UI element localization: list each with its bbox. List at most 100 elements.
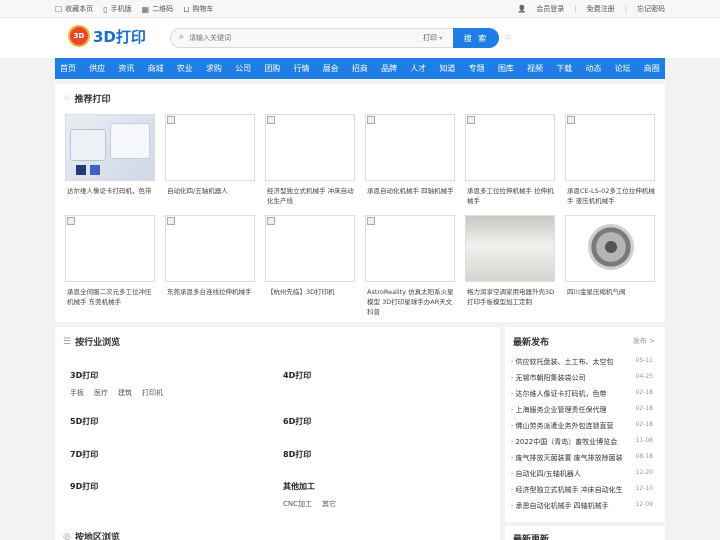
industry-group-title[interactable]: 其他加工 — [283, 481, 315, 492]
search-input[interactable] — [189, 31, 399, 45]
product-image[interactable] — [565, 114, 655, 181]
top-link-3[interactable]: ⊔ 购物车 — [183, 4, 213, 14]
nav-item-6[interactable]: 公司 — [235, 63, 251, 74]
nav-item-1[interactable]: 供应 — [89, 63, 105, 74]
news-title[interactable]: · 承恩自动化机械手 四轴机械手 — [511, 501, 627, 514]
nav-item-2[interactable]: 资讯 — [118, 63, 134, 74]
product-image[interactable] — [365, 114, 455, 181]
nav-item-5[interactable]: 求购 — [206, 63, 222, 74]
industry-link[interactable]: 手板 — [70, 388, 84, 398]
industry-link[interactable]: 打印机 — [142, 388, 163, 398]
top-link-2[interactable]: ▦ 二维码 — [142, 4, 174, 14]
cart-icon: ⊔ — [183, 4, 190, 14]
nav-item-0[interactable]: 首页 — [60, 63, 76, 74]
account-link-2[interactable]: 忘记密码 — [637, 4, 665, 14]
top-link-1[interactable]: ▯ 手机版 — [103, 4, 131, 14]
nav-item-13[interactable]: 知道 — [439, 63, 455, 74]
broken-image-icon — [67, 217, 75, 225]
top-bar: ☐ 收藏本页 ▯ 手机版 ▦ 二维码 ⊔ 购物车 👤 会员登录 | 免费注册 | 忘记密码 — [0, 0, 720, 18]
news-title[interactable]: · 供应软托盘装、土工布、太空包 — [511, 357, 627, 370]
industry-group-title[interactable]: 6D打印 — [283, 416, 311, 427]
product-image[interactable] — [365, 215, 455, 282]
news-title[interactable]: · 无锡市朝阳集装袋公司 — [511, 373, 627, 386]
news-row[interactable]: · 自动化四/五轴机器人 12-20 — [511, 469, 653, 482]
product-caption[interactable]: 东莞承恩多台连线拉伸机械手 — [167, 287, 255, 297]
nav-item-10[interactable]: 招商 — [352, 63, 368, 74]
recommend-title: ⁘ 推荐打印 — [63, 92, 111, 106]
product-caption[interactable]: 自动化四/五轴机器人 — [167, 186, 255, 196]
industry-group-title[interactable]: 5D打印 — [70, 416, 98, 427]
product-caption[interactable]: 格力润享空调家用电器外壳3D打印手板模型加工定制 — [467, 287, 555, 307]
product-caption[interactable]: AstroReality 仿真太阳系火星模型 3D打印星球手办AR天文科普 — [367, 287, 455, 317]
product-image[interactable] — [165, 114, 255, 181]
nav-item-9[interactable]: 展会 — [323, 63, 339, 74]
industry-group-title[interactable]: 7D打印 — [70, 449, 98, 460]
news-title[interactable]: · 废气排放灭菌装置 废气排放除菌装 — [511, 453, 627, 466]
news-row[interactable]: · 供应软托盘装、土工布、太空包 05-11 — [511, 357, 653, 370]
news-date: 11-08 — [635, 437, 653, 444]
product-image[interactable] — [65, 114, 155, 181]
product-image[interactable] — [65, 215, 155, 282]
news-title[interactable]: · 自动化四/五轴机器人 — [511, 469, 627, 482]
nav-item-8[interactable]: 行情 — [294, 63, 310, 74]
product-image[interactable] — [165, 215, 255, 282]
nav-item-14[interactable]: 专题 — [469, 63, 485, 74]
industry-link[interactable]: 建筑 — [118, 388, 132, 398]
industry-panel: ☰ 按行业浏览 3D打印 手板 医疗 建筑 打印机 4D打印 5D打印 6D打印 7D打印 8D打… — [55, 327, 500, 540]
industry-group-title[interactable]: 8D打印 — [283, 449, 311, 460]
industry-group-title[interactable]: 3D打印 — [70, 370, 98, 381]
news-row[interactable]: · 承恩自动化机械手 四轴机械手 12-09 — [511, 501, 653, 514]
news-row[interactable]: · 废气排放灭菌装置 废气排放除菌装 08-18 — [511, 453, 653, 466]
nav-item-3[interactable]: 商城 — [148, 63, 164, 74]
product-caption[interactable]: 达尔维人像证卡打码机，色带 — [67, 186, 155, 196]
news-title[interactable]: · 上海服务企业管理责任保代理 — [511, 405, 627, 418]
nav-item-11[interactable]: 品牌 — [381, 63, 397, 74]
nav-item-17[interactable]: 下载 — [556, 63, 572, 74]
news-row[interactable]: · 经济型独立式机械手 冲床自动化生 12-10 — [511, 485, 653, 498]
nav-item-20[interactable]: 商圈 — [644, 63, 660, 74]
search-category-select[interactable]: 打印 ▾ — [423, 33, 442, 43]
product-image[interactable] — [265, 114, 355, 181]
latest-more-link[interactable]: 发布 > — [633, 336, 655, 346]
nav-item-18[interactable]: 动态 — [585, 63, 601, 74]
product-caption[interactable]: 【杭州先临】3D打印机 — [267, 287, 355, 297]
product-caption[interactable]: 经济型独立式机械手 冲床自动化生产线 — [267, 186, 355, 206]
industry-group-title[interactable]: 9D打印 — [70, 481, 98, 492]
hot-icon[interactable]: ♨ — [505, 32, 512, 41]
account-link-0[interactable]: 会员登录 — [536, 4, 564, 14]
top-link-0[interactable]: ☐ 收藏本页 — [55, 4, 93, 14]
industry-group-title[interactable]: 4D打印 — [283, 370, 311, 381]
product-caption[interactable]: 四川金星压缩机气阀 — [567, 287, 655, 297]
product-image[interactable] — [465, 215, 555, 282]
news-row[interactable]: · 上海服务企业管理责任保代理 02-18 — [511, 405, 653, 418]
product-caption[interactable]: 承恩CE-LS-02多工位拉伸机械手 液压机机械手 — [567, 186, 655, 206]
news-row[interactable]: · 2022中国（青岛）畜牧业博览会 11-08 — [511, 437, 653, 450]
news-row[interactable]: · 无锡市朝阳集装袋公司 04-25 — [511, 373, 653, 386]
nav-item-12[interactable]: 人才 — [410, 63, 426, 74]
industry-link[interactable]: 其它 — [322, 499, 336, 509]
industry-link[interactable]: CNC加工 — [283, 499, 312, 509]
industry-link[interactable]: 医疗 — [94, 388, 108, 398]
news-title[interactable]: · 2022中国（青岛）畜牧业博览会 — [511, 437, 627, 450]
nav-item-7[interactable]: 团购 — [264, 63, 280, 74]
news-title[interactable]: · 经济型独立式机械手 冲床自动化生 — [511, 485, 627, 498]
separator: | — [624, 5, 627, 13]
account-link-1[interactable]: 免费注册 — [587, 4, 615, 14]
product-image[interactable] — [265, 215, 355, 282]
news-title[interactable]: · 达尔维人像证卡打码机，色带 — [511, 389, 627, 402]
news-title[interactable]: · 佛山劳务派遣业务外包连锁直营 — [511, 421, 627, 434]
nav-item-19[interactable]: 论坛 — [615, 63, 631, 74]
product-caption[interactable]: 承恩自动化机械手 四轴机械手 — [367, 186, 455, 196]
nav-item-15[interactable]: 图库 — [498, 63, 514, 74]
product-image[interactable] — [565, 215, 655, 282]
site-logo[interactable]: 3D 3D打印 — [68, 25, 146, 47]
search-button[interactable]: 搜 索 — [453, 28, 499, 48]
recommend-title-text: 推荐打印 — [74, 95, 111, 105]
news-row[interactable]: · 佛山劳务派遣业务外包连锁直营 02-18 — [511, 421, 653, 434]
product-caption[interactable]: 承恩多工位拉伸机械手 拉伸机械手 — [467, 186, 555, 206]
nav-item-4[interactable]: 农业 — [177, 63, 193, 74]
product-image[interactable] — [465, 114, 555, 181]
nav-item-16[interactable]: 视频 — [527, 63, 543, 74]
product-caption[interactable]: 承恩全伺服二次元多工位冲压机械手 东莞机械手 — [67, 287, 155, 307]
news-row[interactable]: · 达尔维人像证卡打码机，色带 02-18 — [511, 389, 653, 402]
